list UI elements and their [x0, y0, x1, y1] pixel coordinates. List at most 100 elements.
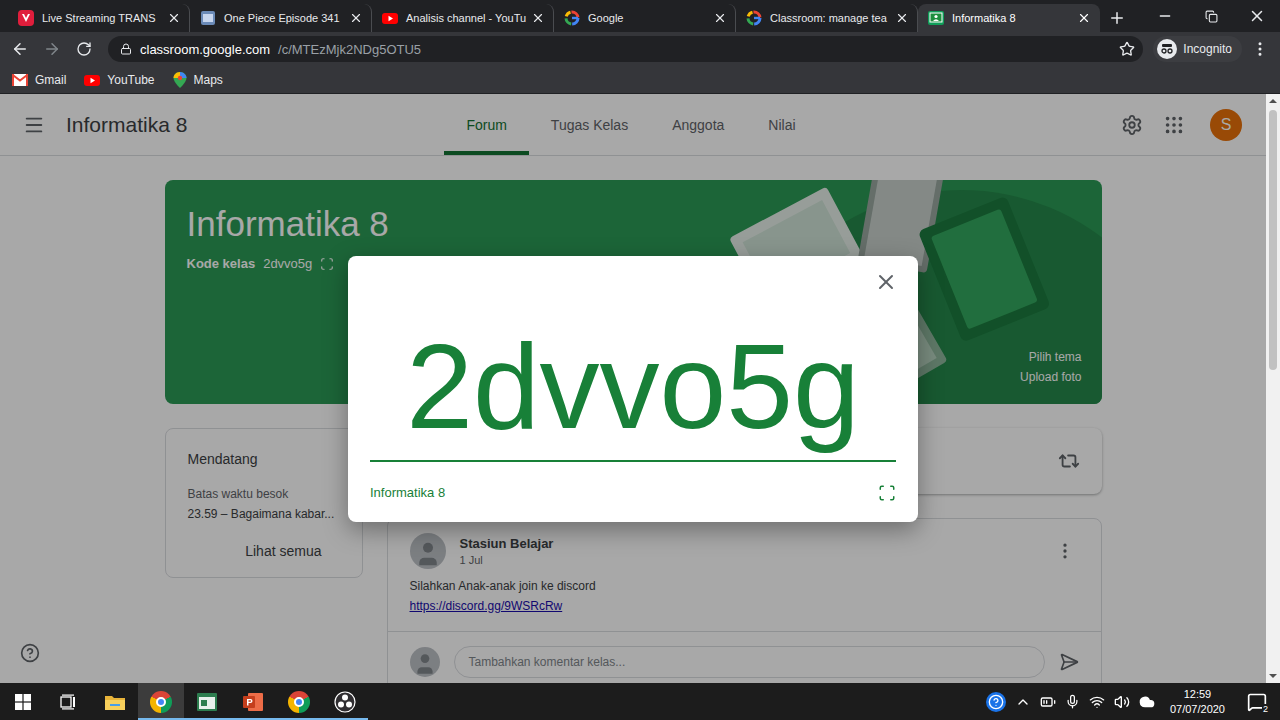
bookmark[interactable]: Gmail [12, 73, 66, 87]
page-icon [200, 10, 216, 26]
close-icon [874, 270, 898, 294]
start-button[interactable] [0, 683, 46, 720]
taskbar-app[interactable] [92, 683, 138, 720]
page: Informatika 8ForumTugas KelasAnggotaNila… [0, 94, 1280, 683]
back-arrow-icon [11, 40, 29, 58]
chrome-icon [150, 691, 172, 713]
scroll-down-icon[interactable] [1269, 674, 1277, 678]
dialog-close-button[interactable] [874, 270, 898, 294]
notification-count: 2 [1262, 704, 1269, 714]
close-window-button[interactable] [1234, 0, 1280, 32]
onedrive-icon[interactable] [1139, 694, 1155, 710]
taskbar-app[interactable] [138, 683, 184, 720]
close-tab-icon[interactable] [713, 11, 727, 25]
incognito-profile[interactable]: Incognito [1153, 36, 1242, 62]
bookmark-star-icon[interactable] [1119, 41, 1135, 57]
battery-icon[interactable] [1040, 694, 1056, 710]
close-tab-icon[interactable] [531, 11, 545, 25]
browser-menu-button[interactable] [1246, 35, 1274, 63]
google-icon [564, 10, 580, 26]
scroll-up-icon[interactable] [1269, 99, 1277, 103]
address-bar[interactable]: classroom.google.com/c/MTEzMjk2NDg5OTU5 [108, 36, 1143, 62]
maps-icon [173, 72, 187, 88]
browser-tab[interactable]: Classroom: manage tea [736, 4, 918, 32]
volume-icon[interactable] [1114, 694, 1130, 710]
restore-button[interactable] [1188, 0, 1234, 32]
browser-tab[interactable]: Live Streaming TRANS [8, 4, 190, 32]
scrollbar[interactable] [1266, 94, 1280, 683]
browser-tab[interactable]: Informatika 8 [918, 4, 1100, 32]
taskbar-app[interactable] [46, 683, 92, 720]
close-icon [1248, 7, 1266, 25]
bookmark[interactable]: YouTube [84, 72, 154, 88]
tab-label: Informatika 8 [952, 12, 1069, 24]
wifi-icon[interactable] [1089, 694, 1105, 710]
more-vertical-icon [1251, 40, 1269, 58]
dialog-backdrop[interactable]: 2dvvo5gInformatika 8 [0, 94, 1266, 683]
tab-label: Live Streaming TRANS [42, 12, 159, 24]
chevron-up-icon[interactable] [1015, 694, 1031, 710]
chrome-icon [288, 691, 310, 713]
reload-icon [76, 41, 92, 57]
reload-button[interactable] [70, 35, 98, 63]
back-button[interactable] [6, 35, 34, 63]
incognito-glasses-icon [1160, 44, 1174, 54]
taskbar-app[interactable] [276, 683, 322, 720]
scroll-thumb[interactable] [1269, 110, 1277, 370]
help-tray-icon[interactable] [986, 692, 1006, 712]
task-view-icon [60, 694, 78, 710]
class-code-dialog: 2dvvo5gInformatika 8 [348, 256, 918, 522]
bookmarks-bar: Gmail YouTube Maps [0, 66, 1280, 94]
classroom-icon [928, 10, 944, 26]
minimize-button[interactable] [1142, 0, 1188, 32]
taskbar-app[interactable] [230, 683, 276, 720]
tab-strip: Live Streaming TRANS One Piece Episode 34… [0, 0, 1280, 32]
forward-button[interactable] [38, 35, 66, 63]
gmail-icon [12, 74, 28, 86]
tab-label: Analisis channel - YouTu [406, 12, 523, 24]
file-explorer-icon [104, 693, 126, 711]
tab-label: One Piece Episode 341 [224, 12, 341, 24]
taskbar-app[interactable] [184, 683, 230, 720]
bookmark[interactable]: Maps [173, 72, 223, 88]
close-tab-icon[interactable] [167, 11, 181, 25]
question-icon [988, 694, 1004, 710]
youtube-icon [84, 72, 100, 88]
new-tab-button[interactable] [1100, 4, 1134, 32]
incognito-icon [1157, 39, 1177, 59]
google-icon [746, 10, 762, 26]
clock-time: 12:59 [1184, 687, 1212, 702]
close-tab-icon[interactable] [349, 11, 363, 25]
address-host: classroom.google.com [140, 42, 270, 57]
microphone-icon[interactable] [1065, 694, 1080, 709]
browser-tab[interactable]: Analisis channel - YouTu [372, 4, 554, 32]
obs-icon [334, 691, 356, 713]
restore-icon [1205, 10, 1218, 23]
action-center-button[interactable]: 2 [1240, 683, 1274, 720]
close-tab-icon[interactable] [895, 11, 909, 25]
powerpoint-icon [242, 692, 264, 712]
browser-tab[interactable]: Google [554, 4, 736, 32]
address-path: /c/MTEzMjk2NDg5OTU5 [278, 42, 1111, 57]
windows-logo-icon [15, 694, 31, 710]
app-window-icon [196, 692, 218, 712]
clock[interactable]: 12:5907/07/2020 [1164, 687, 1231, 717]
youtube-icon [382, 10, 398, 26]
classroom-page: Informatika 8ForumTugas KelasAnggotaNila… [0, 94, 1266, 683]
vidio-icon [18, 10, 34, 26]
browser-tab[interactable]: One Piece Episode 341 [190, 4, 372, 32]
tab-label: Classroom: manage tea [770, 12, 887, 24]
screen: Live Streaming TRANS One Piece Episode 34… [0, 0, 1280, 720]
close-tab-icon[interactable] [1077, 11, 1091, 25]
plus-icon [1108, 9, 1126, 27]
minimize-icon [1157, 8, 1173, 24]
fullscreen-icon[interactable] [878, 484, 896, 502]
toolbar: classroom.google.com/c/MTEzMjk2NDg5OTU5 I… [0, 32, 1280, 66]
taskbar-app[interactable] [322, 683, 368, 720]
forward-arrow-icon [43, 40, 61, 58]
taskbar: 12:5907/07/2020 2 [0, 683, 1280, 720]
lock-icon [120, 43, 132, 55]
tab-label: Google [588, 12, 705, 24]
system-tray: 12:5907/07/2020 2 [986, 683, 1280, 720]
dialog-class-code: 2dvvo5g [370, 294, 896, 462]
